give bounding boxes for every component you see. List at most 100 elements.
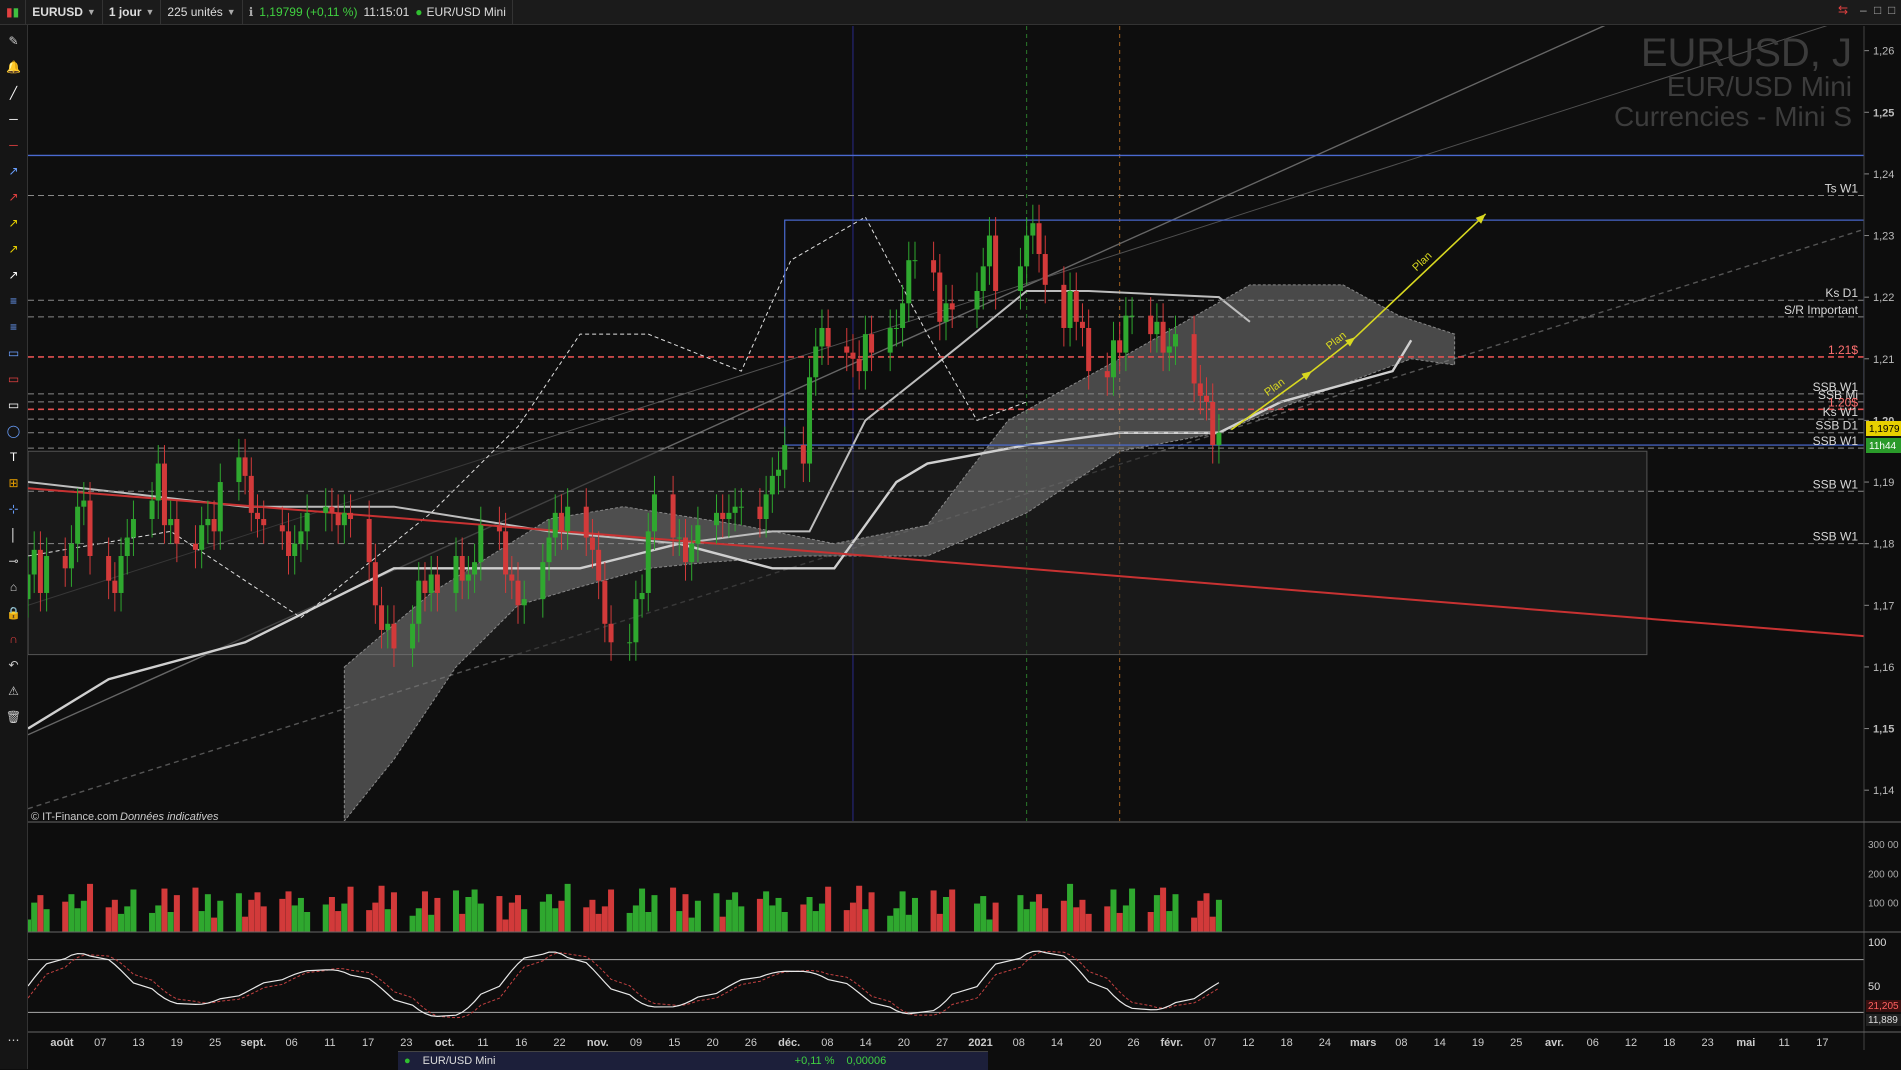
candle-body xyxy=(75,506,81,544)
volume-bar xyxy=(732,892,739,932)
ray-yellow-icon[interactable]: ↗ xyxy=(4,213,23,232)
lock-icon[interactable]: 🔒 xyxy=(4,603,23,622)
trendline-icon[interactable]: ╱ xyxy=(4,83,23,102)
magnet-icon[interactable]: ∩ xyxy=(4,629,23,648)
volume-bar xyxy=(949,889,956,932)
trash-icon[interactable]: 🗑 xyxy=(4,707,23,726)
volume-bar xyxy=(235,893,242,932)
candle-body xyxy=(1173,334,1178,347)
candle-body xyxy=(726,512,732,520)
pin-icon[interactable]: ⌂ xyxy=(4,577,23,596)
more-tools-icon[interactable]: ⋯ xyxy=(4,1030,23,1049)
candle-body xyxy=(416,580,422,624)
candle-body xyxy=(720,512,726,520)
candle-body xyxy=(782,445,788,470)
undo-icon[interactable]: ↶ xyxy=(4,655,23,674)
volume-bar xyxy=(1153,895,1160,932)
candle-body xyxy=(391,623,397,649)
level-label: SSB W1 xyxy=(1813,434,1859,448)
date-tick-label: mai xyxy=(1736,1037,1755,1049)
countdown-label: 11h44 xyxy=(1869,441,1897,452)
volume-bar xyxy=(725,899,732,932)
volume-bar xyxy=(756,898,763,932)
ray-icon[interactable]: ↗ xyxy=(4,161,23,180)
ruler-icon[interactable]: ✎ xyxy=(4,31,23,50)
volume-bar xyxy=(1073,907,1080,932)
sync-icon[interactable]: ⇆ xyxy=(1838,3,1848,17)
measure-icon[interactable]: ⊸ xyxy=(4,551,23,570)
volume-bar xyxy=(297,897,304,932)
fib-arc-icon[interactable]: ⊹ xyxy=(4,499,23,518)
ellipse-icon[interactable]: ◯ xyxy=(4,421,23,440)
candle-body xyxy=(1061,284,1067,328)
close-icon[interactable]: □ xyxy=(1888,3,1895,17)
date-tick-label: 2021 xyxy=(968,1037,992,1049)
price-tick-label: 1,26 xyxy=(1873,46,1894,58)
volume-bar xyxy=(335,911,342,932)
candle-body xyxy=(366,519,372,563)
candle-body xyxy=(645,531,651,593)
candle-body xyxy=(192,543,198,550)
volume-bar xyxy=(1110,889,1117,932)
candle-body xyxy=(869,334,875,353)
volume-bar xyxy=(930,890,937,932)
candle-body xyxy=(856,358,862,372)
alarm-icon[interactable]: 🔔 xyxy=(4,57,23,76)
volume-bar xyxy=(1042,908,1049,932)
candle-body xyxy=(31,549,37,575)
rect-red-icon[interactable]: ▭ xyxy=(4,369,23,388)
text-icon[interactable]: T xyxy=(4,447,23,466)
rect-white-icon[interactable]: ▭ xyxy=(4,395,23,414)
level-label: SSB W1 xyxy=(1813,477,1859,491)
hline-icon[interactable]: ─ xyxy=(4,109,23,128)
ray-red-icon[interactable]: ↗ xyxy=(4,187,23,206)
volume-bar xyxy=(781,912,788,932)
candle-body xyxy=(1104,371,1110,378)
alert-icon[interactable]: ⚠ xyxy=(4,681,23,700)
hline-red-icon[interactable]: ─ xyxy=(4,135,23,154)
top-toolbar: ▮ ▮ EURUSD ▼ 1 jour ▼ 225 unités ▼ ℹ 1,19799… xyxy=(0,0,1901,25)
arrow-yellow-icon[interactable]: ↗ xyxy=(4,239,23,258)
units-select[interactable]: 225 unités ▼ xyxy=(161,0,243,24)
credit-source: © IT-Finance.com xyxy=(31,811,118,823)
date-tick-label: 12 xyxy=(1242,1037,1254,1049)
minimize-icon[interactable]: – xyxy=(1860,3,1867,17)
candle-body xyxy=(112,580,118,593)
info-icon[interactable]: ℹ xyxy=(249,5,254,19)
maximize-icon[interactable]: □ xyxy=(1874,3,1881,17)
bottom-instrument[interactable]: EUR/USD Mini xyxy=(417,1055,789,1067)
volume-bar xyxy=(688,917,695,932)
volume-bar xyxy=(248,899,255,932)
volume-bar xyxy=(80,900,87,932)
symbol-select[interactable]: EURUSD ▼ xyxy=(26,0,103,24)
date-tick-label: 06 xyxy=(1587,1037,1599,1049)
volume-bar xyxy=(291,905,298,932)
app-logo[interactable]: ▮ ▮ xyxy=(0,0,27,24)
volume-bar xyxy=(254,892,261,932)
price-tick-label: 1,16 xyxy=(1873,662,1894,674)
arrow-white-icon[interactable]: ↗ xyxy=(4,265,23,284)
candle-body xyxy=(558,512,564,532)
volume-bar xyxy=(415,908,422,932)
candle-body xyxy=(800,445,806,464)
fibo2-icon[interactable]: ≡ xyxy=(4,317,23,336)
fibo-icon[interactable]: ≡ xyxy=(4,291,23,310)
chart-canvas[interactable]: Ts W1Ks D1S/R Important1.21$SSB W1SSB Mi… xyxy=(0,0,1901,1069)
interval-select[interactable]: 1 jour ▼ xyxy=(103,0,162,24)
date-tick-label: 26 xyxy=(745,1037,757,1049)
rect-blue-icon[interactable]: ▭ xyxy=(4,343,23,362)
price-tick-label: 1,21 xyxy=(1873,354,1894,366)
interval-label: 1 jour xyxy=(108,5,142,19)
volume-bar xyxy=(645,912,652,932)
candle-body xyxy=(1086,327,1092,372)
vline-icon[interactable]: │ xyxy=(4,525,23,544)
date-tick-label: oct. xyxy=(435,1037,455,1049)
volume-bar xyxy=(328,897,335,932)
price-tick-label: 1,19 xyxy=(1873,477,1894,489)
volume-bar xyxy=(434,897,441,932)
date-tick-label: 08 xyxy=(1013,1037,1025,1049)
volume-bar xyxy=(899,891,906,932)
fib-fan-icon[interactable]: ⊞ xyxy=(4,473,23,492)
volume-bar xyxy=(105,907,112,932)
date-tick-label: 17 xyxy=(1816,1037,1828,1049)
